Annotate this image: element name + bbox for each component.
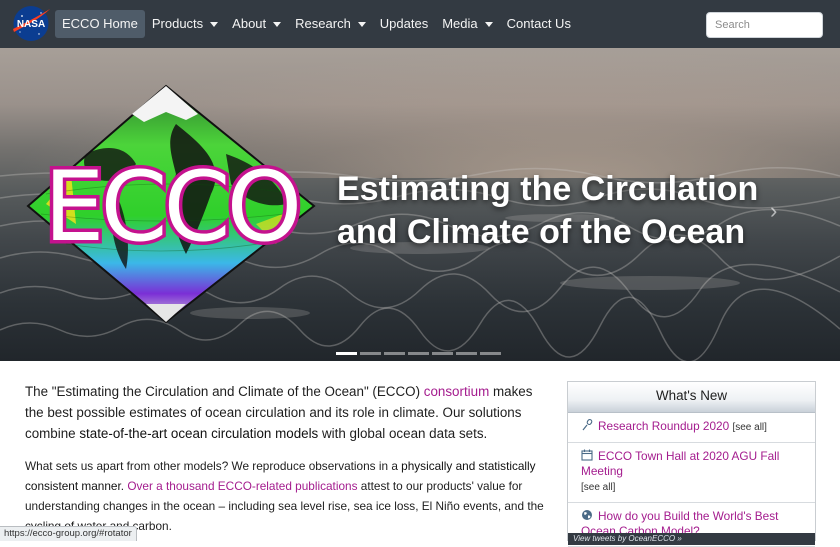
consortium-link[interactable]: consortium xyxy=(424,384,490,399)
chevron-right-icon[interactable]: › xyxy=(770,198,777,224)
carousel-indicator[interactable] xyxy=(360,352,381,355)
navbar: NASA ECCO Home Products About Research U… xyxy=(0,0,840,48)
nav-label: About xyxy=(232,16,267,31)
nav-ecco-home[interactable]: ECCO Home xyxy=(55,10,145,38)
nasa-logo[interactable]: NASA xyxy=(11,5,51,42)
nav-about[interactable]: About xyxy=(225,10,288,38)
see-all-link[interactable]: [see all] xyxy=(732,422,766,433)
nav-research[interactable]: Research xyxy=(288,10,373,38)
nav-products[interactable]: Products xyxy=(145,10,225,38)
body-paragraph: What sets us apart from other models? We… xyxy=(25,456,545,536)
intro-strong-text: state-of-the-art ocean circulation model… xyxy=(79,426,319,441)
caret-down-icon xyxy=(210,21,219,27)
whats-new-title: What's New xyxy=(568,382,815,413)
nav-label: Research xyxy=(295,16,351,31)
nav-media[interactable]: Media xyxy=(435,10,499,38)
main-nav: ECCO Home Products About Research Update… xyxy=(55,10,578,38)
svg-text:ECCO: ECCO xyxy=(44,151,298,263)
hero-title: Estimating the Circulation and Climate o… xyxy=(337,170,759,251)
carousel-indicator[interactable] xyxy=(456,352,477,355)
nav-label: Contact Us xyxy=(506,16,571,31)
carousel-indicator[interactable] xyxy=(408,352,429,355)
news-item: Research Roundup 2020 [see all] xyxy=(568,413,815,443)
caret-down-icon xyxy=(357,21,366,27)
nav-label: Media xyxy=(442,16,478,31)
nav-label: Products xyxy=(151,16,204,31)
whats-new-panel: What's New Research Roundup 2020 [see al… xyxy=(567,381,816,547)
ecco-logo: ECCO xyxy=(26,84,316,324)
carousel-indicator[interactable] xyxy=(384,352,405,355)
calendar-icon xyxy=(581,449,593,461)
main-content: The "Estimating the Circulation and Clim… xyxy=(25,381,545,536)
twitter-feed-bar[interactable]: View tweets by OceanECCO » xyxy=(568,533,815,545)
search-input[interactable] xyxy=(706,12,823,38)
nav-updates[interactable]: Updates xyxy=(373,10,435,38)
news-item: ECCO Town Hall at 2020 AGU Fall Meeting … xyxy=(568,443,815,503)
publications-link[interactable]: Over a thousand ECCO-related publication… xyxy=(127,479,357,493)
carousel-indicator[interactable] xyxy=(336,352,357,355)
body-text: What sets us apart from other models? We… xyxy=(25,459,402,473)
svg-text:NASA: NASA xyxy=(17,19,45,30)
nav-label: ECCO Home xyxy=(62,16,138,31)
see-all-link[interactable]: [see all] xyxy=(581,482,615,493)
nav-contact-us[interactable]: Contact Us xyxy=(500,10,578,38)
globe-icon xyxy=(582,510,592,520)
caret-down-icon xyxy=(484,21,493,27)
browser-status-bar: https://ecco-group.org/#rotator xyxy=(0,526,137,541)
nav-label: Updates xyxy=(379,16,429,31)
caret-down-icon xyxy=(273,21,282,27)
intro-text: The "Estimating the Circulation and Clim… xyxy=(25,384,424,399)
hero-carousel[interactable]: ECCO Estimating the Circulation and Clim… xyxy=(0,48,840,361)
intro-text: with global ocean data sets. xyxy=(318,426,488,441)
news-title-link[interactable]: ECCO Town Hall at 2020 AGU Fall Meeting xyxy=(581,449,779,478)
carousel-indicators xyxy=(336,352,501,355)
microphone-icon xyxy=(582,419,593,431)
carousel-indicator[interactable] xyxy=(432,352,453,355)
intro-paragraph: The "Estimating the Circulation and Clim… xyxy=(25,381,545,444)
news-title-link[interactable]: Research Roundup 2020 xyxy=(598,419,729,433)
carousel-indicator[interactable] xyxy=(480,352,501,355)
